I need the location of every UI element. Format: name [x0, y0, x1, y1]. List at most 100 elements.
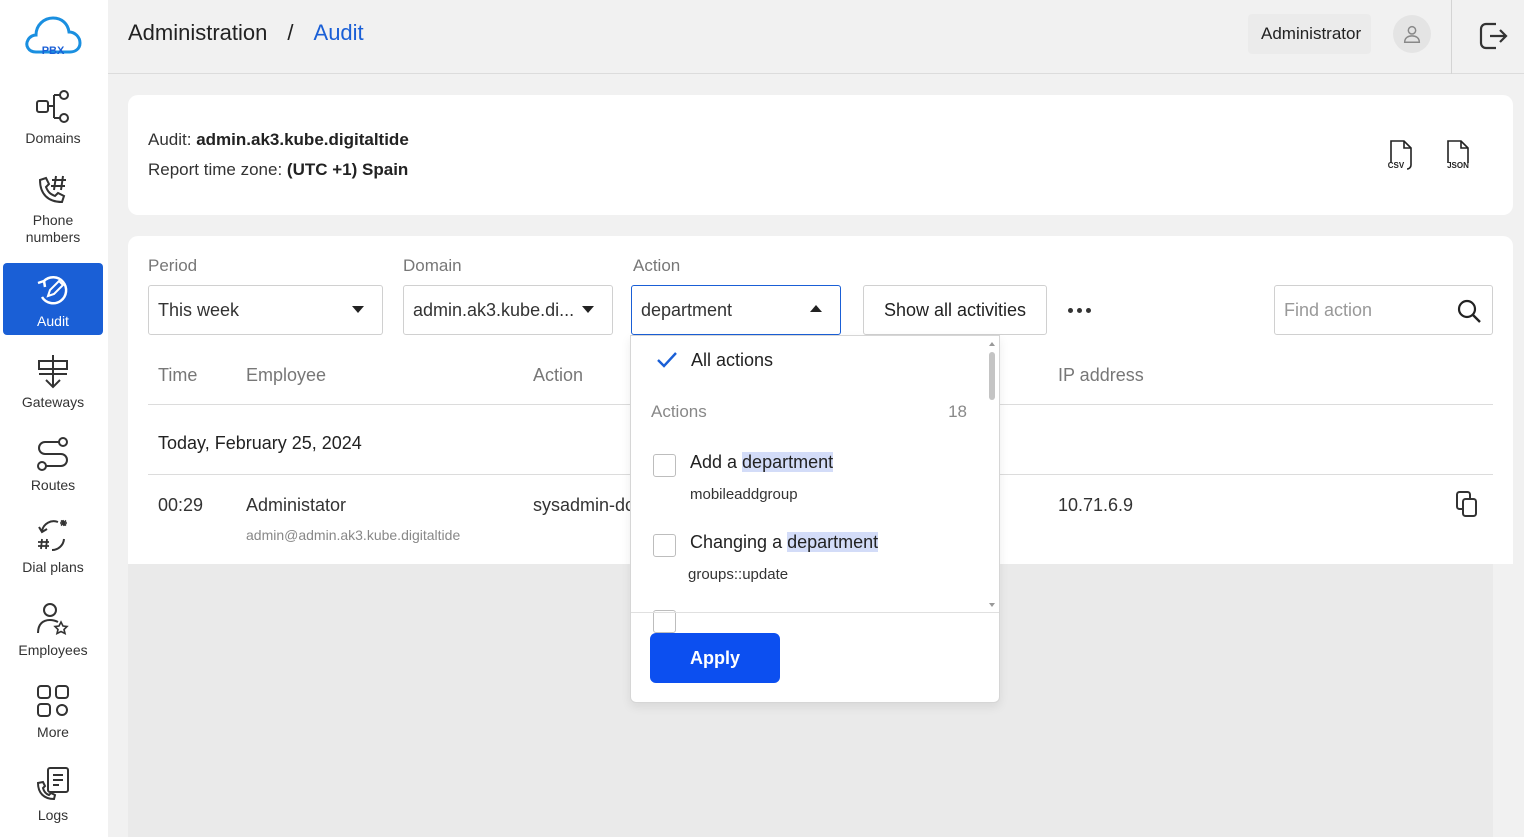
check-icon	[657, 352, 677, 368]
option-title: Add a department	[690, 452, 834, 473]
csv-file-icon: CSV	[1388, 140, 1412, 170]
sidebar-item-routes[interactable]: Routes	[3, 435, 103, 497]
top-header: Administration / Audit Administrator	[108, 0, 1524, 74]
column-header-employee[interactable]: Employee	[246, 365, 326, 386]
sidebar-item-employees[interactable]: Employees	[3, 600, 103, 662]
row-ip: 10.71.6.9	[1058, 495, 1134, 515]
timezone-value: (UTC +1) Spain	[286, 160, 409, 179]
more-options-button[interactable]	[1068, 300, 1098, 320]
dot-icon	[1086, 307, 1091, 313]
sidebar-item-label: Audit	[37, 313, 69, 329]
domain-label: Domain	[403, 256, 462, 275]
logout-icon	[1479, 22, 1508, 50]
routes-icon	[37, 437, 68, 471]
apply-button[interactable]: Apply	[650, 633, 780, 683]
sidebar-item-label: Phone numbers	[25, 212, 81, 245]
option-checkbox[interactable]	[653, 610, 676, 633]
user-icon	[1403, 25, 1421, 43]
sidebar-item-label: Gateways	[21, 394, 85, 410]
option-checkbox[interactable]	[653, 454, 676, 477]
action-value: department	[641, 300, 733, 320]
json-label: JSON	[1447, 161, 1469, 170]
sidebar-item-label: Domains	[25, 130, 81, 146]
sidebar-item-audit[interactable]: Audit	[3, 263, 103, 335]
audit-domain-line: Audit: admin.ak3.kube.digitaltide	[148, 130, 409, 150]
user-name-chip[interactable]: Administrator	[1248, 14, 1372, 54]
export-csv-button[interactable]: CSV	[1383, 137, 1419, 173]
column-header-time[interactable]: Time	[158, 365, 197, 386]
header-divider	[1451, 0, 1452, 74]
dial-plans-icon	[38, 519, 67, 552]
actions-section-label: Actions	[651, 402, 707, 421]
find-action-input[interactable]: Find action	[1274, 285, 1493, 335]
show-all-activities-button[interactable]: Show all activities	[863, 285, 1048, 335]
column-header-action[interactable]: Action	[533, 365, 583, 386]
option-code: mobileaddgroup	[690, 486, 798, 503]
action-dropdown: All actions Actions 18 Add a department …	[630, 335, 1000, 703]
option-checkbox[interactable]	[653, 534, 676, 557]
audit-value: admin.ak3.kube.digitaltide	[196, 130, 409, 149]
breadcrumb-separator: /	[287, 20, 294, 45]
search-placeholder: Find action	[1284, 300, 1373, 320]
sidebar-item-label: More	[37, 724, 69, 740]
dropdown-scrollbar[interactable]	[988, 340, 996, 610]
option-title-prefix: Add a	[690, 452, 743, 472]
domain-value: admin.ak3.kube.di...	[413, 300, 575, 320]
option-code: groups::update	[688, 566, 789, 583]
option-title-highlight: department	[787, 532, 879, 552]
caret-down-icon	[582, 306, 594, 313]
copy-button[interactable]	[1454, 490, 1480, 518]
cloud-logo-icon: PBX	[25, 16, 82, 57]
sidebar-item-gateways[interactable]: Gateways	[3, 352, 103, 414]
logs-icon	[36, 767, 69, 801]
action-select[interactable]: department	[631, 285, 841, 335]
domain-select[interactable]: admin.ak3.kube.di...	[403, 285, 613, 335]
row-action: sysadmin-dc	[533, 495, 635, 515]
sidebar-item-label: Employees	[18, 642, 88, 658]
period-select[interactable]: This week	[148, 285, 383, 335]
logo-text: PBX	[42, 45, 65, 57]
all-actions-label: All actions	[691, 349, 774, 370]
gateway-icon	[38, 355, 68, 389]
audit-info-card: Audit: admin.ak3.kube.digitaltide Report…	[128, 95, 1513, 215]
sidebar-item-more[interactable]: More	[3, 682, 103, 744]
search-icon[interactable]	[1456, 298, 1482, 324]
action-label: Action	[633, 256, 681, 275]
grid-icon	[37, 685, 69, 717]
sidebar-item-domains[interactable]: Domains	[3, 88, 103, 150]
row-time: 00:29	[158, 495, 204, 515]
dot-icon	[1077, 307, 1082, 313]
all-actions-option[interactable]: All actions	[655, 348, 773, 372]
domains-icon	[36, 90, 69, 123]
sidebar-item-label: Routes	[30, 477, 76, 493]
row-employee: Administator	[246, 495, 347, 515]
audit-icon	[37, 276, 68, 305]
dropdown-footer-divider	[631, 612, 999, 613]
sidebar-item-label: Logs	[37, 807, 69, 823]
avatar[interactable]	[1393, 15, 1431, 53]
dot-icon	[1068, 307, 1073, 313]
actions-count: 18	[948, 402, 967, 421]
breadcrumb-root[interactable]: Administration	[128, 20, 267, 46]
sidebar-item-dial-plans[interactable]: Dial plans	[3, 517, 103, 579]
period-value: This week	[158, 300, 240, 320]
breadcrumb: Administration / Audit	[128, 20, 364, 46]
option-title-highlight: department	[742, 452, 834, 472]
timezone-line: Report time zone: (UTC +1) Spain	[148, 160, 408, 180]
json-file-icon: JSON	[1447, 140, 1469, 170]
sidebar: PBX Domains Phone numbers Audit Gateways…	[0, 0, 108, 837]
sidebar-item-logs[interactable]: Logs	[3, 765, 103, 827]
timezone-label: Report time zone:	[148, 160, 283, 179]
export-json-button[interactable]: JSON	[1440, 137, 1476, 173]
copy-icon	[1456, 491, 1477, 517]
pbx-logo[interactable]: PBX	[22, 12, 84, 62]
audit-label: Audit:	[148, 130, 192, 149]
employees-icon	[37, 603, 69, 635]
caret-down-icon	[352, 306, 364, 313]
column-header-ip[interactable]: IP address	[1058, 365, 1144, 386]
group-date-heading: Today, February 25, 2024	[158, 433, 362, 453]
logout-button[interactable]	[1476, 19, 1510, 53]
caret-up-icon	[810, 305, 822, 312]
scrollbar-thumb[interactable]	[989, 352, 995, 400]
sidebar-item-phone-numbers[interactable]: Phone numbers	[3, 170, 103, 248]
